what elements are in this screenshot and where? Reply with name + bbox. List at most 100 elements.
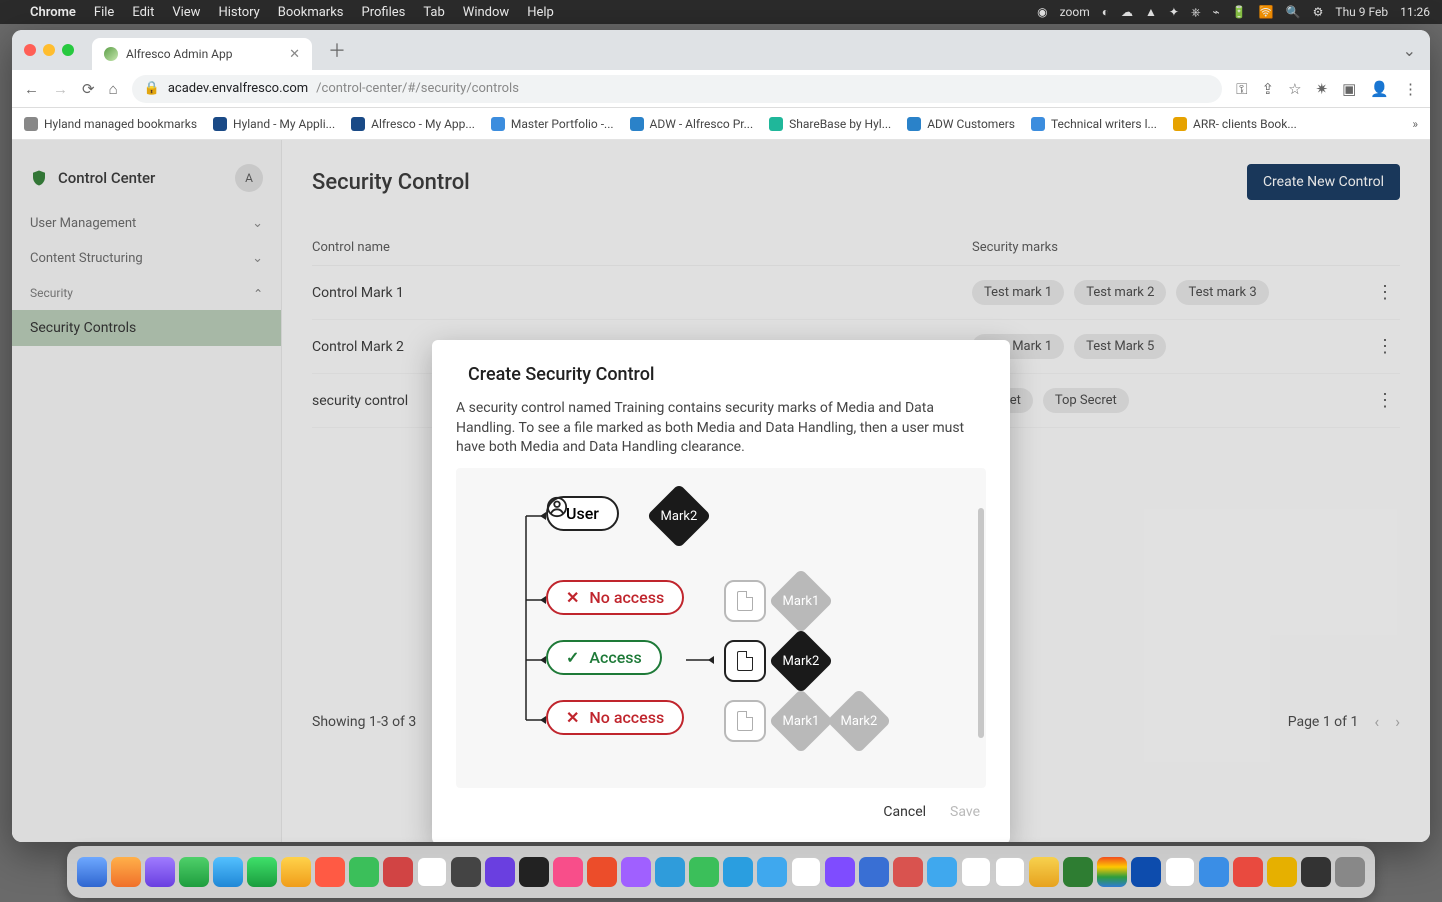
bookmark-item[interactable]: Technical writers l... [1031,117,1157,131]
dock-app-icon[interactable] [995,857,1025,887]
dock-app-icon[interactable] [1131,857,1161,887]
bookmark-item[interactable]: Hyland managed bookmarks [24,117,197,131]
dock-app-icon[interactable] [553,857,583,887]
dock-app-icon[interactable] [1301,857,1331,887]
dock-app-icon[interactable] [893,857,923,887]
dock-app-icon[interactable] [927,857,957,887]
record-icon[interactable]: ◉ [1037,5,1047,19]
browser-tab[interactable]: Alfresco Admin App ✕ [92,38,312,70]
dock-app-icon[interactable] [961,857,991,887]
profile-icon[interactable]: 👤 [1370,80,1389,98]
dock-app-icon[interactable] [1165,857,1195,887]
search-icon[interactable]: 🔍 [1286,5,1301,19]
dock-app-icon[interactable] [111,857,141,887]
dock-app-icon[interactable] [1233,857,1263,887]
dock-app-icon[interactable] [587,857,617,887]
minimize-window-button[interactable] [43,44,55,56]
forward-button[interactable]: → [53,80,68,98]
omnibox[interactable]: 🔒 acadev.envalfresco.com/control-center/… [132,75,1222,103]
menubar-app[interactable]: Chrome [30,5,76,20]
menu-edit[interactable]: Edit [132,5,154,20]
close-window-button[interactable] [24,44,36,56]
status-icon[interactable]: ✦ [1169,5,1179,19]
new-tab-button[interactable]: ＋ [328,37,346,63]
dock-app-icon[interactable] [689,857,719,887]
cancel-button[interactable]: Cancel [883,804,926,820]
battery-icon[interactable]: 🔋 [1232,5,1247,19]
bookmark-item[interactable]: ARR- clients Book... [1173,117,1297,131]
bookmark-item[interactable]: Master Portfolio -... [491,117,614,131]
dock-app-icon[interactable] [417,857,447,887]
site-icon [907,117,921,131]
status-icon[interactable]: ◐ [1102,5,1109,19]
dock-app-icon[interactable] [1097,857,1127,887]
zoom-label[interactable]: zoom [1060,5,1090,19]
wifi-icon[interactable]: 🛜 [1259,5,1274,19]
check-icon: ✓ [566,648,579,667]
dock-app-icon[interactable] [621,857,651,887]
dock-app-icon[interactable] [859,857,889,887]
dock-app-icon[interactable] [145,857,175,887]
dock-app-icon[interactable] [723,857,753,887]
share-icon[interactable]: ⇪ [1262,80,1275,98]
dock-app-icon[interactable] [791,857,821,887]
dock-app-icon[interactable] [281,857,311,887]
dock-app-icon[interactable] [1267,857,1297,887]
bookmark-item[interactable]: ShareBase by Hyl... [769,117,891,131]
dock-app-icon[interactable] [485,857,515,887]
zoom-window-button[interactable] [62,44,74,56]
bookmark-item[interactable]: ADW - Alfresco Pr... [630,117,754,131]
kebab-menu-icon[interactable]: ⋮ [1403,80,1418,98]
dock-app-icon[interactable] [383,857,413,887]
bookmark-item[interactable]: Alfresco - My App... [351,117,475,131]
site-icon [351,117,365,131]
menu-tab[interactable]: Tab [423,5,444,20]
dock-app-icon[interactable] [1063,857,1093,887]
dock-app-icon[interactable] [825,857,855,887]
status-icon[interactable]: ☁︎ [1121,5,1133,19]
status-icon[interactable]: ⌁ [1213,5,1220,19]
back-button[interactable]: ← [24,80,39,98]
url-path: /control-center/#/security/controls [316,81,519,96]
save-button[interactable]: Save [950,804,980,820]
dock-app-icon[interactable] [179,857,209,887]
dock-app-icon[interactable] [349,857,379,887]
close-tab-icon[interactable]: ✕ [289,47,300,62]
bookmark-star-icon[interactable]: ☆ [1288,80,1301,98]
bookmarks-overflow-icon[interactable]: » [1412,117,1418,131]
diagram-file-icon [724,640,766,682]
menu-file[interactable]: File [94,5,114,20]
menu-help[interactable]: Help [527,5,554,20]
menu-history[interactable]: History [218,5,259,20]
dock-app-icon[interactable] [1029,857,1059,887]
menu-view[interactable]: View [172,5,200,20]
dock-app-icon[interactable] [77,857,107,887]
sidepanel-icon[interactable]: ▣ [1342,80,1356,98]
control-center-icon[interactable]: ⚙︎ [1313,5,1324,19]
password-icon[interactable]: ⚿ [1236,80,1247,98]
menu-profiles[interactable]: Profiles [362,5,406,20]
extensions-icon[interactable]: ✷ [1316,80,1329,98]
dock-app-icon[interactable] [451,857,481,887]
bookmark-item[interactable]: Hyland - My Appli... [213,117,335,131]
dock-app-icon[interactable] [1199,857,1229,887]
home-button[interactable]: ⌂ [109,80,118,98]
scrollbar[interactable] [978,508,984,738]
dock-app-icon[interactable] [757,857,787,887]
dock-app-icon[interactable] [519,857,549,887]
menubar-date[interactable]: Thu 9 Feb [1335,5,1388,19]
reload-button[interactable]: ⟳ [82,80,95,98]
dock-app-icon[interactable] [1335,857,1365,887]
tabs-dropdown-icon[interactable]: ⌄ [1403,41,1416,60]
status-icon[interactable]: ▲ [1145,5,1157,19]
user-icon [546,496,568,518]
dock-app-icon[interactable] [315,857,345,887]
menu-bookmarks[interactable]: Bookmarks [278,5,344,20]
menu-window[interactable]: Window [463,5,509,20]
menubar-time[interactable]: 11:26 [1400,5,1430,19]
dock-app-icon[interactable] [213,857,243,887]
dock-app-icon[interactable] [655,857,685,887]
status-icon[interactable]: ⎈ [1191,5,1201,20]
bookmark-item[interactable]: ADW Customers [907,117,1015,131]
dock-app-icon[interactable] [247,857,277,887]
